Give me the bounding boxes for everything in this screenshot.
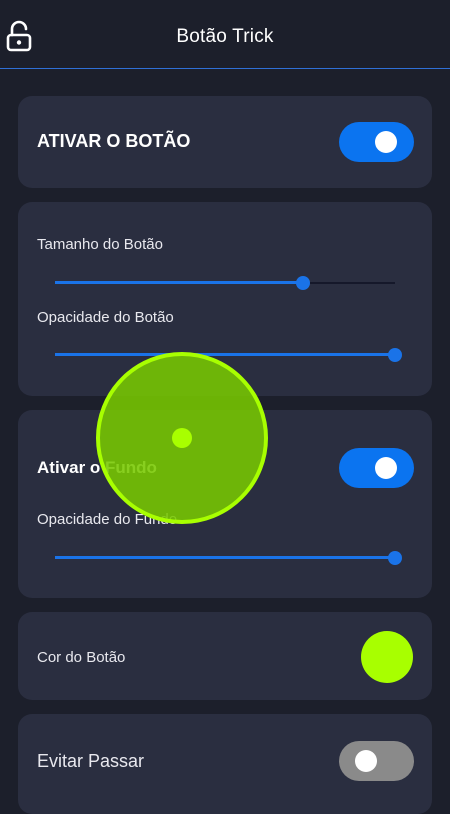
slider-fill bbox=[55, 281, 304, 284]
button-size-slider[interactable] bbox=[55, 276, 395, 290]
button-opacity-slider[interactable] bbox=[55, 348, 402, 362]
avoid-passing-toggle[interactable] bbox=[339, 741, 414, 781]
slider-fill bbox=[55, 556, 395, 559]
floating-trick-button[interactable] bbox=[96, 352, 268, 524]
toggle-knob bbox=[355, 750, 377, 772]
background-opacity-slider[interactable] bbox=[55, 551, 402, 565]
slider-thumb[interactable] bbox=[388, 551, 402, 565]
button-color-label: Cor do Botão bbox=[37, 649, 126, 666]
avoid-passing-card: Evitar Passar bbox=[18, 714, 432, 814]
activate-button-label: ATIVAR O BOTÃO bbox=[37, 131, 191, 151]
activate-button-card: ATIVAR O BOTÃO bbox=[18, 96, 432, 188]
app-header: Botão Trick bbox=[0, 0, 450, 69]
toggle-knob bbox=[375, 457, 397, 479]
slider-fill bbox=[55, 353, 395, 356]
slider-thumb[interactable] bbox=[296, 276, 311, 290]
background-toggle[interactable] bbox=[339, 448, 414, 488]
activate-button-toggle[interactable] bbox=[339, 122, 414, 162]
slider-thumb[interactable] bbox=[388, 348, 402, 362]
button-color-swatch[interactable] bbox=[361, 631, 413, 683]
floating-button-center-dot bbox=[172, 428, 192, 448]
button-size-label: Tamanho do Botão bbox=[37, 236, 163, 253]
page-title: Botão Trick bbox=[176, 26, 274, 47]
button-color-card: Cor do Botão bbox=[18, 612, 432, 700]
button-opacity-label: Opacidade do Botão bbox=[37, 309, 174, 326]
toggle-knob bbox=[375, 131, 397, 153]
avoid-passing-label: Evitar Passar bbox=[37, 751, 145, 771]
